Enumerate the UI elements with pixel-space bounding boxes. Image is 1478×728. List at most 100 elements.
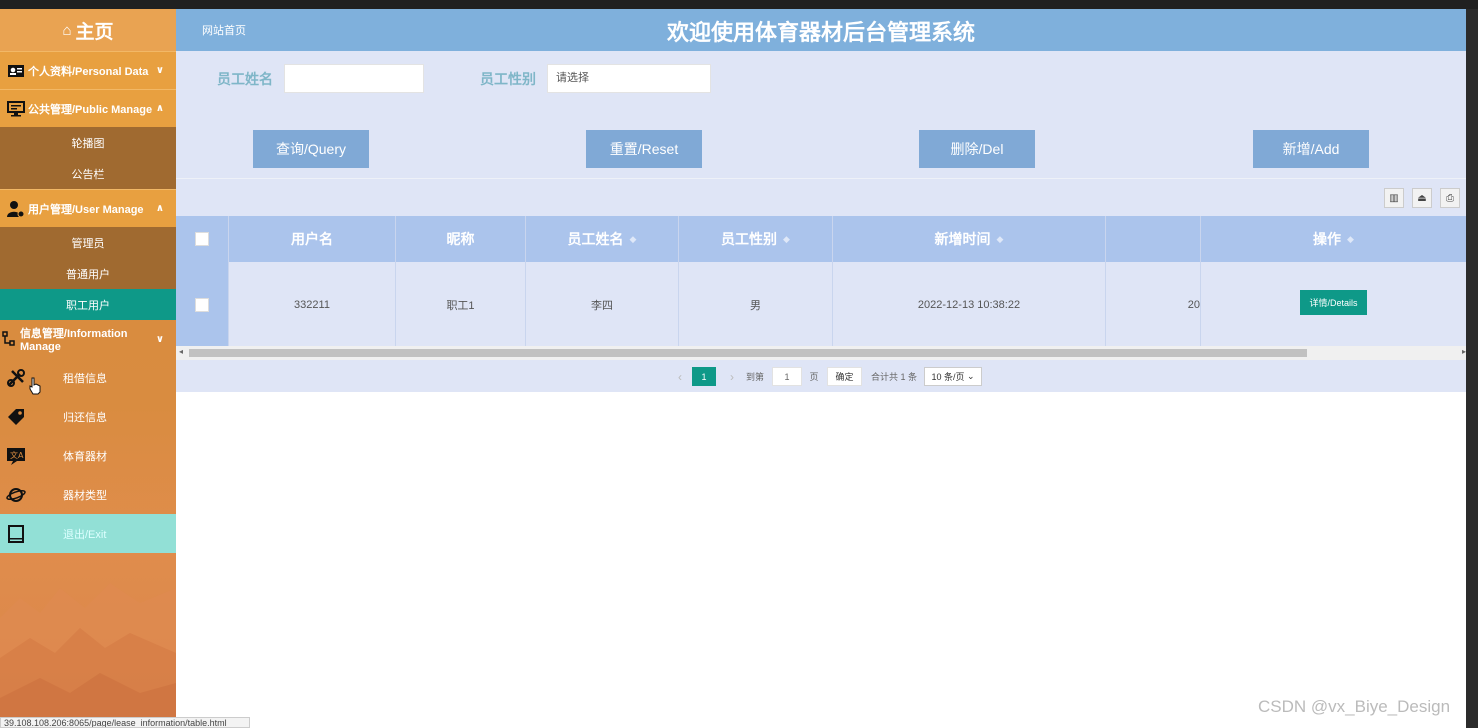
prev-page-icon[interactable]: ‹: [670, 367, 690, 386]
sort-icon[interactable]: ◆: [630, 234, 637, 245]
chevron-down-icon: ∨: [155, 333, 164, 345]
sidebar-mountain-art: [0, 583, 176, 728]
column-header-employee-name-label: 员工姓名: [567, 231, 624, 247]
home-link[interactable]: ⌂ 主页: [0, 9, 176, 51]
book-icon: [8, 525, 24, 543]
cell-truncated: 20: [1106, 262, 1201, 348]
sidebar-item-sports-equipment-label: 体育器材: [63, 450, 107, 463]
monitor-icon: [6, 100, 26, 117]
table-row[interactable]: 332211 职工1 李四 男 2022-12-13 10:38:22 20 详…: [176, 262, 1466, 348]
main-content: 网站首页 欢迎使用体育器材后台管理系统 员工姓名 员工性别 请选择 查询/Que…: [176, 9, 1466, 728]
chevron-up-icon: ∧: [155, 203, 164, 214]
sidebar-item-normal-user[interactable]: 普通用户: [0, 258, 176, 289]
sidebar-item-return-info[interactable]: 归还信息: [0, 397, 176, 436]
menu-information-manage-label: 信息管理/Information Manage: [19, 328, 128, 353]
print-icon[interactable]: ⎙: [1440, 188, 1460, 208]
sort-icon[interactable]: ◆: [1347, 234, 1354, 245]
employee-name-input[interactable]: [284, 64, 424, 93]
column-header-created[interactable]: 新增时间 ◆: [833, 216, 1106, 262]
tag-icon: [8, 409, 24, 425]
scroll-left-icon[interactable]: ◂: [179, 347, 183, 356]
translate-icon: 文A: [7, 448, 25, 465]
search-panel: 员工姓名 员工性别 请选择 查询/Query 重置/Reset 删除/Del 新…: [176, 51, 1466, 178]
reset-button[interactable]: 重置/Reset: [586, 130, 702, 168]
select-all-checkbox[interactable]: [195, 232, 209, 246]
sidebar-item-carousel[interactable]: 轮播图: [0, 127, 176, 158]
column-header-employee-name[interactable]: 员工姓名 ◆: [526, 216, 679, 262]
menu-personal-data[interactable]: 个人资料/Personal Data ∨: [0, 51, 176, 89]
menu-public-manage-label: 公共管理/Public Manage: [28, 103, 153, 116]
home-label: 主页: [75, 21, 114, 43]
column-header-hidden: [1106, 216, 1201, 262]
watermark: CSDN @vx_Biye_Design: [1258, 697, 1451, 716]
sitemap-icon: [0, 331, 18, 347]
sidebar-item-admin[interactable]: 管理员: [0, 227, 176, 258]
sidebar-item-sports-equipment[interactable]: 文A 体育器材: [0, 436, 176, 475]
sidebar: ⌂ 主页 个人资料/Personal Data ∨ 公共管理/Public Ma…: [0, 9, 176, 728]
header-bar: 网站首页 欢迎使用体育器材后台管理系统: [176, 9, 1466, 51]
columns-icon[interactable]: ▥: [1384, 188, 1404, 208]
user-gear-icon: [6, 200, 26, 217]
sort-icon[interactable]: ◆: [783, 234, 790, 245]
sidebar-item-equipment-type[interactable]: 器材类型: [0, 475, 176, 514]
pagination: ‹ 1 › 到第 1 页 确定 合计共 1 条 10 条/页 ⌄: [176, 360, 1466, 392]
column-header-username: 用户名: [229, 216, 396, 262]
sort-icon[interactable]: ◆: [997, 234, 1004, 245]
window-right-edge: [1466, 9, 1478, 728]
row-checkbox[interactable]: [195, 298, 209, 312]
cell-employee-name: 李四: [526, 262, 679, 348]
column-header-gender[interactable]: 员工性别 ◆: [679, 216, 833, 262]
sidebar-item-lease-info[interactable]: 租借信息: [0, 358, 176, 397]
exit-label: 退出/Exit: [63, 528, 107, 541]
sidebar-item-return-info-label: 归还信息: [63, 411, 107, 424]
select-all-cell: [176, 216, 229, 262]
exit-button[interactable]: 退出/Exit: [0, 514, 176, 553]
sidebar-item-lease-info-label: 租借信息: [63, 372, 107, 385]
menu-user-manage[interactable]: 用户管理/User Manage ∧: [0, 189, 176, 227]
menu-user-manage-label: 用户管理/User Manage: [28, 203, 144, 216]
page-number-current[interactable]: 1: [692, 367, 716, 386]
column-header-created-label: 新增时间: [934, 231, 991, 247]
menu-information-manage[interactable]: 信息管理/Information Manage ∨: [0, 320, 176, 358]
export-icon[interactable]: ⏏: [1412, 188, 1432, 208]
page-size-label: 10 条/页: [931, 372, 965, 382]
cell-created: 2022-12-13 10:38:22: [833, 262, 1106, 348]
sidebar-item-notice[interactable]: 公告栏: [0, 158, 176, 189]
status-bar-url: 39.108.108.206:8065/page/lease_informati…: [0, 717, 250, 728]
details-button[interactable]: 详情/Details: [1300, 290, 1367, 315]
employee-name-label: 员工姓名: [217, 71, 273, 87]
window-top-edge: [0, 0, 1478, 9]
goto-confirm-button[interactable]: 确定: [827, 367, 862, 386]
employee-gender-label: 员工性别: [480, 71, 536, 87]
cell-nickname: 职工1: [396, 262, 526, 348]
column-header-username-label: 用户名: [291, 231, 333, 247]
delete-button[interactable]: 删除/Del: [919, 130, 1035, 168]
sidebar-item-equipment-type-label: 器材类型: [63, 489, 107, 502]
cell-gender: 男: [679, 262, 833, 348]
chevron-down-icon: ⌄: [966, 371, 975, 381]
horizontal-scrollbar[interactable]: ◂ ▸: [176, 346, 1466, 360]
planet-icon: [6, 488, 26, 502]
goto-page-input[interactable]: 1: [772, 367, 802, 386]
goto-label: 到第: [745, 372, 764, 382]
next-page-icon[interactable]: ›: [722, 367, 742, 386]
svg-text:文A: 文A: [10, 450, 24, 460]
id-card-icon: [6, 63, 26, 79]
scrollbar-thumb[interactable]: [189, 349, 1307, 357]
tools-icon: [7, 369, 25, 387]
column-header-nickname: 昵称: [396, 216, 526, 262]
page-unit-label: 页: [809, 372, 819, 382]
column-header-actions: 操作 ◆: [1201, 216, 1466, 262]
employee-gender-select[interactable]: 请选择: [547, 64, 711, 93]
add-button[interactable]: 新增/Add: [1253, 130, 1369, 168]
total-count: 合计共 1 条: [870, 372, 917, 382]
query-button[interactable]: 查询/Query: [253, 130, 369, 168]
data-table: 用户名 昵称 员工姓名 ◆ 员工性别 ◆ 新增时间 ◆ 操作 ◆ 332211 职工1 …: [176, 216, 1466, 348]
cell-username: 332211: [229, 262, 396, 348]
table-toolbar: ▥ ⏏ ⎙: [176, 178, 1466, 216]
page-size-select[interactable]: 10 条/页 ⌄: [924, 367, 982, 386]
menu-public-manage[interactable]: 公共管理/Public Manage ∧: [0, 89, 176, 127]
table-header: 用户名 昵称 员工姓名 ◆ 员工性别 ◆ 新增时间 ◆ 操作 ◆: [176, 216, 1466, 262]
sidebar-item-staff-user[interactable]: 职工用户: [0, 289, 176, 320]
row-select-cell: [176, 262, 229, 348]
